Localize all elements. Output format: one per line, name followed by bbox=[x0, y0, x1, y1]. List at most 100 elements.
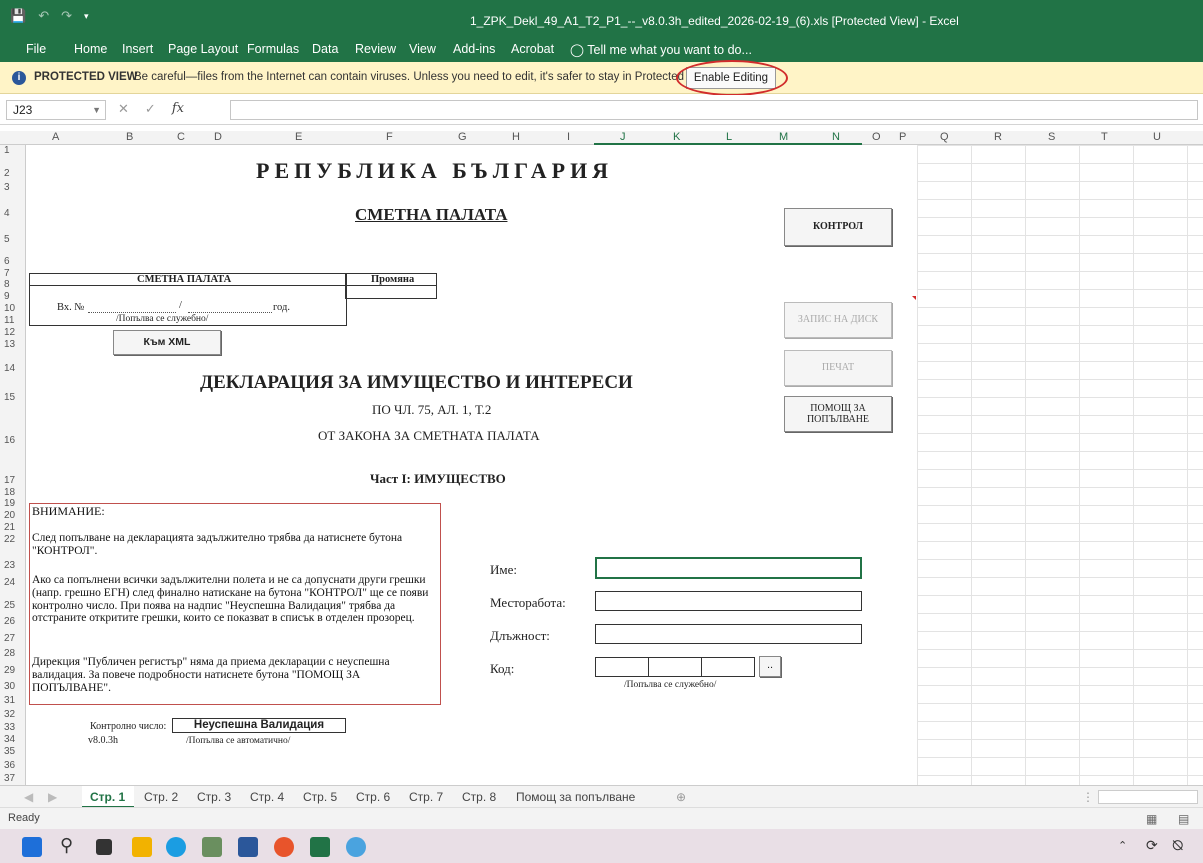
add-sheet-icon[interactable]: ⊕ bbox=[676, 790, 686, 804]
row-number[interactable]: 26 bbox=[4, 616, 15, 627]
row-number[interactable]: 21 bbox=[4, 522, 15, 533]
workplace-field[interactable] bbox=[595, 591, 862, 611]
row-number[interactable]: 2 bbox=[4, 168, 10, 179]
insert-function-icon[interactable]: fx bbox=[172, 101, 184, 117]
word-icon[interactable] bbox=[238, 837, 258, 857]
tab-insert[interactable]: Insert bbox=[122, 42, 153, 56]
name-field[interactable] bbox=[595, 557, 862, 579]
row-number[interactable]: 36 bbox=[4, 760, 15, 771]
tab-review[interactable]: Review bbox=[355, 42, 396, 56]
print-button[interactable]: ПЕЧАТ bbox=[784, 350, 892, 386]
column-m[interactable]: M bbox=[779, 131, 788, 143]
row-number[interactable]: 18 bbox=[4, 487, 15, 498]
column-c[interactable]: C bbox=[177, 131, 185, 143]
tab-home[interactable]: Home bbox=[74, 42, 107, 56]
comment-indicator[interactable] bbox=[912, 296, 916, 300]
check-icon[interactable]: ✓ bbox=[145, 101, 156, 117]
row-number[interactable]: 5 bbox=[4, 234, 10, 245]
customize-toolbar-icon[interactable]: ▾ bbox=[84, 11, 89, 22]
excel-icon[interactable] bbox=[310, 837, 330, 857]
code-field-1[interactable] bbox=[595, 657, 649, 677]
row-number[interactable]: 30 bbox=[4, 681, 15, 692]
row-number[interactable]: 33 bbox=[4, 722, 15, 733]
row-number[interactable]: 22 bbox=[4, 534, 15, 545]
scroll-left-icon[interactable]: ◀ bbox=[24, 790, 33, 804]
horizontal-scrollbar[interactable] bbox=[1098, 790, 1198, 804]
position-field[interactable] bbox=[595, 624, 862, 644]
row-number[interactable]: 12 bbox=[4, 327, 15, 338]
column-o[interactable]: O bbox=[872, 131, 881, 143]
tab-file[interactable]: File bbox=[26, 42, 46, 56]
column-g[interactable]: G bbox=[458, 131, 467, 143]
sheet-tab-7[interactable]: Стр. 7 bbox=[409, 790, 443, 804]
column-e[interactable]: E bbox=[295, 131, 302, 143]
chevron-down-icon[interactable]: ▼ bbox=[92, 101, 101, 119]
incoming-number-line[interactable] bbox=[88, 312, 176, 313]
incoming-date-line[interactable] bbox=[188, 312, 272, 313]
row-number[interactable]: 27 bbox=[4, 633, 15, 644]
cancel-icon[interactable]: ✕ bbox=[118, 101, 129, 117]
column-d[interactable]: D bbox=[214, 131, 222, 143]
code-field-2[interactable] bbox=[648, 657, 702, 677]
windows-start-icon[interactable] bbox=[22, 837, 42, 857]
code-lookup-button[interactable]: .. bbox=[759, 656, 781, 677]
column-u[interactable]: U bbox=[1153, 131, 1161, 143]
row-number[interactable]: 17 bbox=[4, 475, 15, 486]
column-q[interactable]: Q bbox=[940, 131, 949, 143]
row-number[interactable]: 6 bbox=[4, 256, 10, 267]
column-h[interactable]: H bbox=[512, 131, 520, 143]
control-button[interactable]: КОНТРОЛ bbox=[784, 208, 892, 246]
row-number[interactable]: 1 bbox=[4, 145, 10, 156]
row-number[interactable]: 3 bbox=[4, 182, 10, 193]
column-n[interactable]: N bbox=[832, 131, 840, 143]
mute-icon[interactable]: ⦰ bbox=[1172, 837, 1183, 854]
sheet-tab-help[interactable]: Помощ за попълване bbox=[516, 790, 635, 804]
row-number[interactable]: 32 bbox=[4, 709, 15, 720]
file-explorer-icon[interactable] bbox=[132, 837, 152, 857]
sheet-tab-1[interactable]: Стр. 1 bbox=[90, 790, 125, 804]
tab-page-layout[interactable]: Page Layout bbox=[168, 42, 238, 56]
more-icon[interactable]: ⋮ bbox=[1082, 790, 1094, 804]
app-icon[interactable] bbox=[346, 837, 366, 857]
edge-icon[interactable] bbox=[166, 837, 186, 857]
sheet-tab-6[interactable]: Стр. 6 bbox=[356, 790, 390, 804]
tab-add-ins[interactable]: Add-ins bbox=[453, 42, 495, 56]
row-number[interactable]: 31 bbox=[4, 695, 15, 706]
worksheet-grid[interactable] bbox=[917, 145, 1203, 785]
column-f[interactable]: F bbox=[386, 131, 393, 143]
column-b[interactable]: B bbox=[126, 131, 133, 143]
column-j[interactable]: J bbox=[620, 131, 626, 143]
row-number[interactable]: 37 bbox=[4, 773, 15, 784]
row-number[interactable]: 28 bbox=[4, 648, 15, 659]
save-to-disk-button[interactable]: ЗАПИС НА ДИСК bbox=[784, 302, 892, 338]
row-number[interactable]: 34 bbox=[4, 734, 15, 745]
undo-icon[interactable]: ↶ bbox=[38, 8, 49, 24]
row-number[interactable]: 13 bbox=[4, 339, 15, 350]
scroll-right-icon[interactable]: ▶ bbox=[48, 790, 57, 804]
row-number[interactable]: 7 bbox=[4, 268, 10, 279]
column-r[interactable]: R bbox=[994, 131, 1002, 143]
row-number[interactable]: 16 bbox=[4, 435, 15, 446]
normal-view-icon[interactable]: ▦ bbox=[1146, 812, 1157, 826]
page-layout-view-icon[interactable]: ▤ bbox=[1178, 812, 1189, 826]
column-t[interactable]: T bbox=[1101, 131, 1108, 143]
sheet-tab-3[interactable]: Стр. 3 bbox=[197, 790, 231, 804]
sheet-tab-8[interactable]: Стр. 8 bbox=[462, 790, 496, 804]
row-number[interactable]: 25 bbox=[4, 600, 15, 611]
search-icon[interactable]: ⚲ bbox=[60, 835, 73, 856]
code-field-3[interactable] bbox=[701, 657, 755, 677]
column-p[interactable]: P bbox=[899, 131, 906, 143]
row-number[interactable]: 23 bbox=[4, 560, 15, 571]
column-k[interactable]: K bbox=[673, 131, 680, 143]
column-s[interactable]: S bbox=[1048, 131, 1055, 143]
row-number[interactable]: 9 bbox=[4, 291, 10, 302]
tab-formulas[interactable]: Formulas bbox=[247, 42, 299, 56]
photos-icon[interactable] bbox=[202, 837, 222, 857]
column-l[interactable]: L bbox=[726, 131, 732, 143]
tell-me-search[interactable]: ◯ Tell me what you want to do... bbox=[570, 42, 752, 57]
redo-icon[interactable]: ↷ bbox=[61, 8, 72, 24]
to-xml-button[interactable]: Към XML bbox=[113, 330, 221, 355]
row-number[interactable]: 15 bbox=[4, 392, 15, 403]
save-icon[interactable]: 💾 bbox=[10, 8, 26, 24]
row-number[interactable]: 4 bbox=[4, 208, 10, 219]
